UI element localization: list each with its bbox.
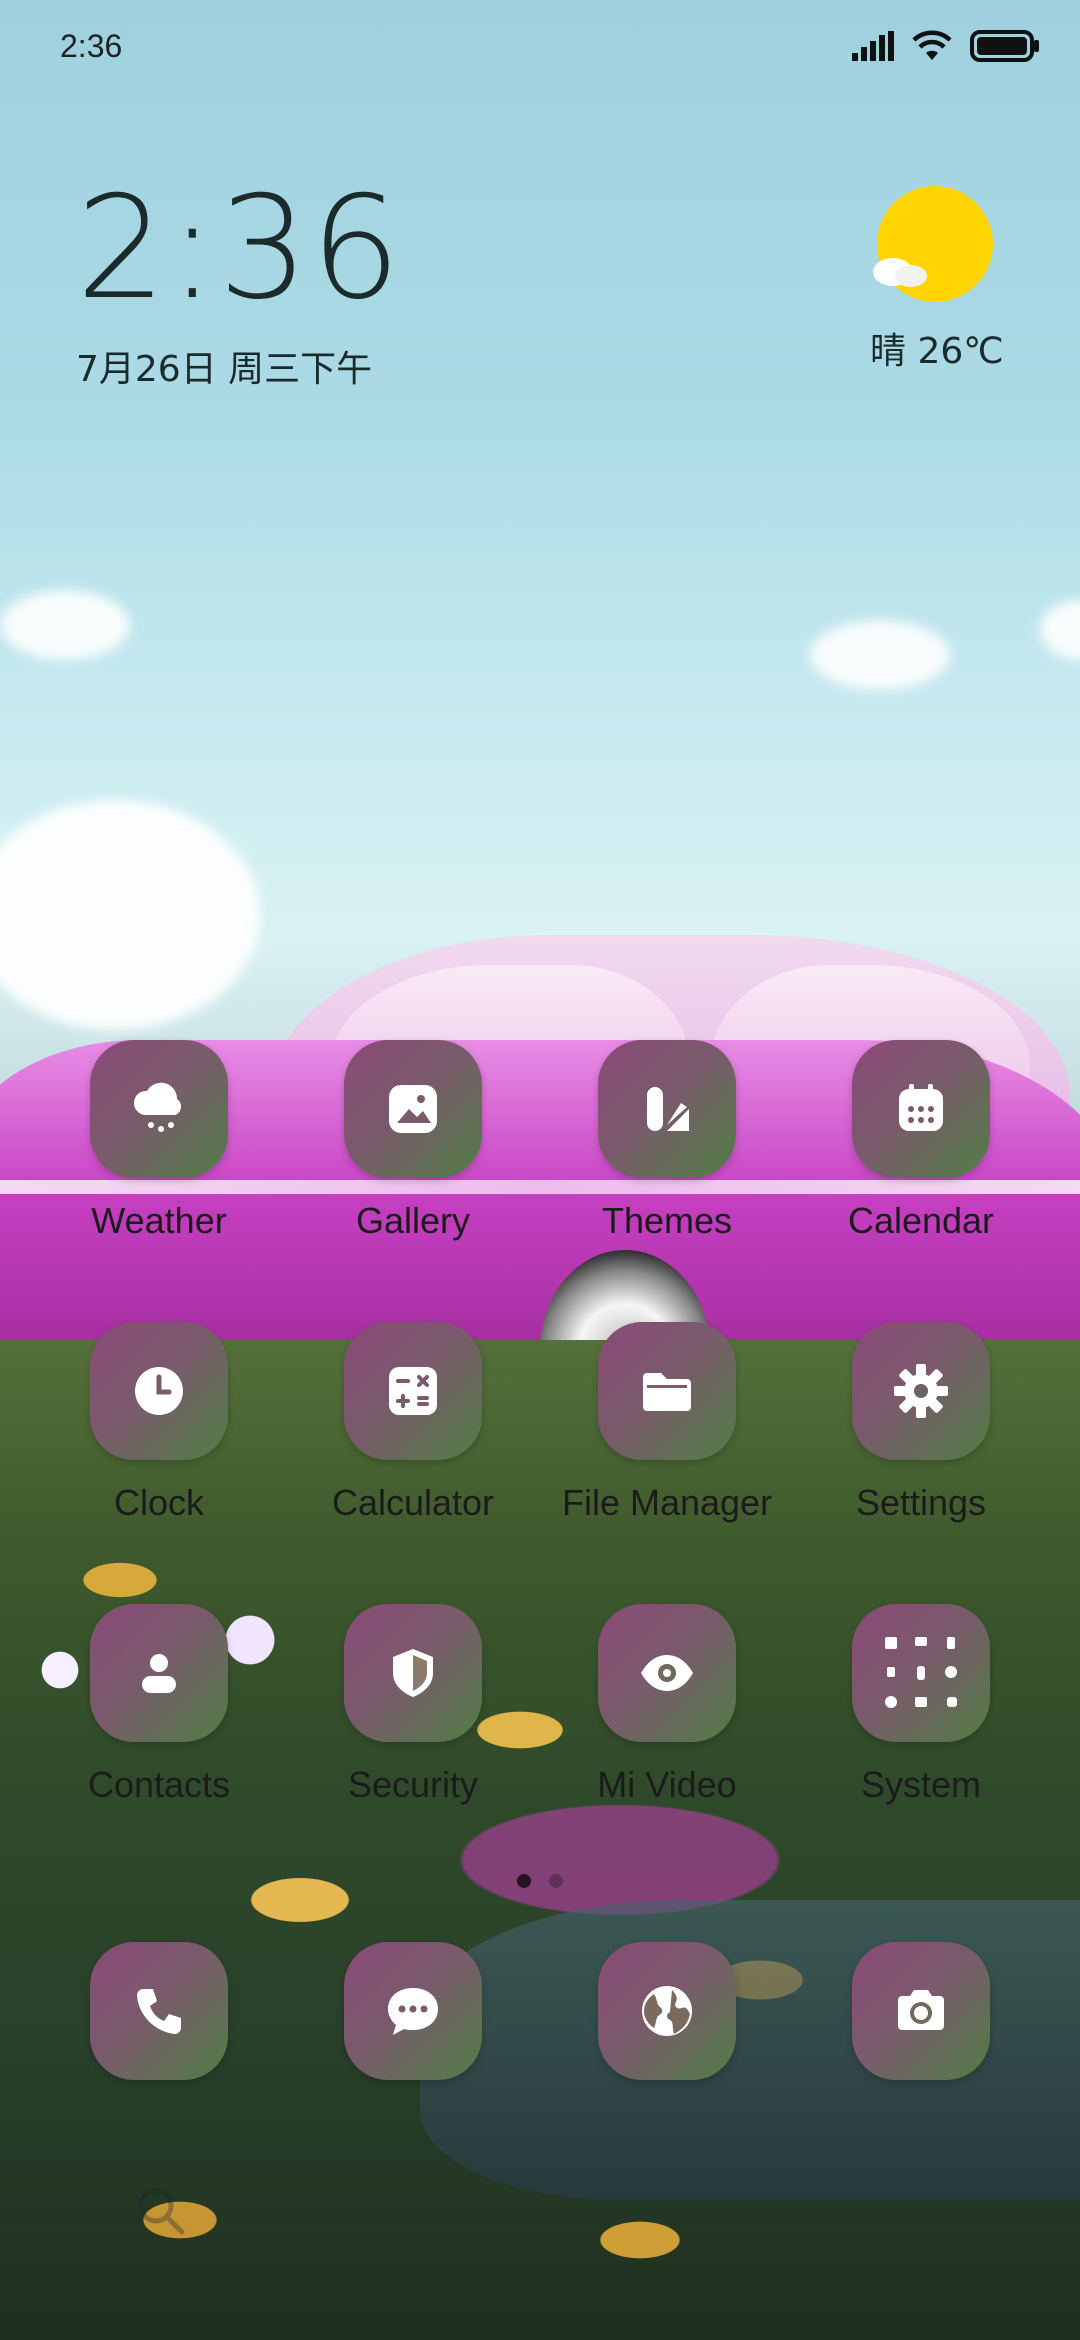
dock-messages[interactable]: [286, 1942, 540, 2080]
eye-icon: [598, 1604, 736, 1742]
app-weather[interactable]: Weather: [32, 1040, 286, 1242]
browser-icon: [598, 1942, 736, 2080]
battery-icon: [970, 30, 1039, 62]
app-security[interactable]: Security: [286, 1604, 540, 1806]
app-label: Weather: [91, 1200, 227, 1241]
page-dot-active[interactable]: [517, 1874, 531, 1888]
gear-icon: [852, 1322, 990, 1460]
clock-widget[interactable]: 2:36 7月26日 周三下午: [76, 178, 403, 392]
app-calendar[interactable]: Calendar: [794, 1040, 1048, 1242]
app-label: System: [860, 1764, 982, 1805]
folder-grid-icon: [852, 1604, 990, 1742]
app-label: Gallery: [355, 1200, 471, 1241]
calendar-icon: [852, 1040, 990, 1178]
wifi-icon: [912, 30, 952, 60]
weather-text: 晴 26℃: [870, 331, 1004, 372]
page-dot[interactable]: [549, 1874, 563, 1888]
widget-date: 7月26日 周三下午: [76, 349, 373, 390]
app-calculator[interactable]: Calculator: [286, 1322, 540, 1524]
app-file-manager[interactable]: File Manager: [540, 1322, 794, 1524]
app-label: Contacts: [87, 1764, 231, 1805]
clock-icon: [90, 1322, 228, 1460]
app-label: Calendar: [847, 1200, 995, 1241]
phone-icon: [90, 1942, 228, 2080]
signal-icon: [852, 31, 894, 61]
app-label: Security: [347, 1764, 479, 1805]
weather-icon: [90, 1040, 228, 1178]
app-settings[interactable]: Settings: [794, 1322, 1048, 1524]
shield-icon: [344, 1604, 482, 1742]
camera-icon: [852, 1942, 990, 2080]
app-contacts[interactable]: Contacts: [32, 1604, 286, 1806]
widget-time: 2:36: [76, 166, 403, 331]
app-label: Clock: [113, 1482, 205, 1523]
folder-icon: [598, 1322, 736, 1460]
search-icon[interactable]: [132, 2182, 192, 2242]
app-label: File Manager: [561, 1482, 773, 1523]
weather-widget[interactable]: 晴 26℃: [870, 186, 1004, 374]
dock-browser[interactable]: [540, 1942, 794, 2080]
dock-camera[interactable]: [794, 1942, 1048, 2080]
app-clock[interactable]: Clock: [32, 1322, 286, 1524]
app-gallery[interactable]: Gallery: [286, 1040, 540, 1242]
messages-icon: [344, 1942, 482, 2080]
app-label: Calculator: [331, 1482, 495, 1523]
app-system-folder[interactable]: System: [794, 1604, 1048, 1806]
app-mi-video[interactable]: Mi Video: [540, 1604, 794, 1806]
status-time: 2:36: [60, 28, 123, 64]
page-indicator: [0, 1874, 1080, 1888]
calculator-icon: [344, 1322, 482, 1460]
app-label: Themes: [601, 1200, 733, 1241]
app-label: Mi Video: [597, 1764, 737, 1805]
dock: [0, 1942, 1080, 2082]
sunny-partly-cloudy-icon: [873, 186, 993, 302]
themes-icon: [598, 1040, 736, 1178]
app-themes[interactable]: Themes: [540, 1040, 794, 1242]
app-label: Settings: [855, 1482, 987, 1523]
status-bar: 2:36: [0, 0, 1080, 96]
gallery-icon: [344, 1040, 482, 1178]
dock-phone[interactable]: [32, 1942, 286, 2080]
contacts-icon: [90, 1604, 228, 1742]
